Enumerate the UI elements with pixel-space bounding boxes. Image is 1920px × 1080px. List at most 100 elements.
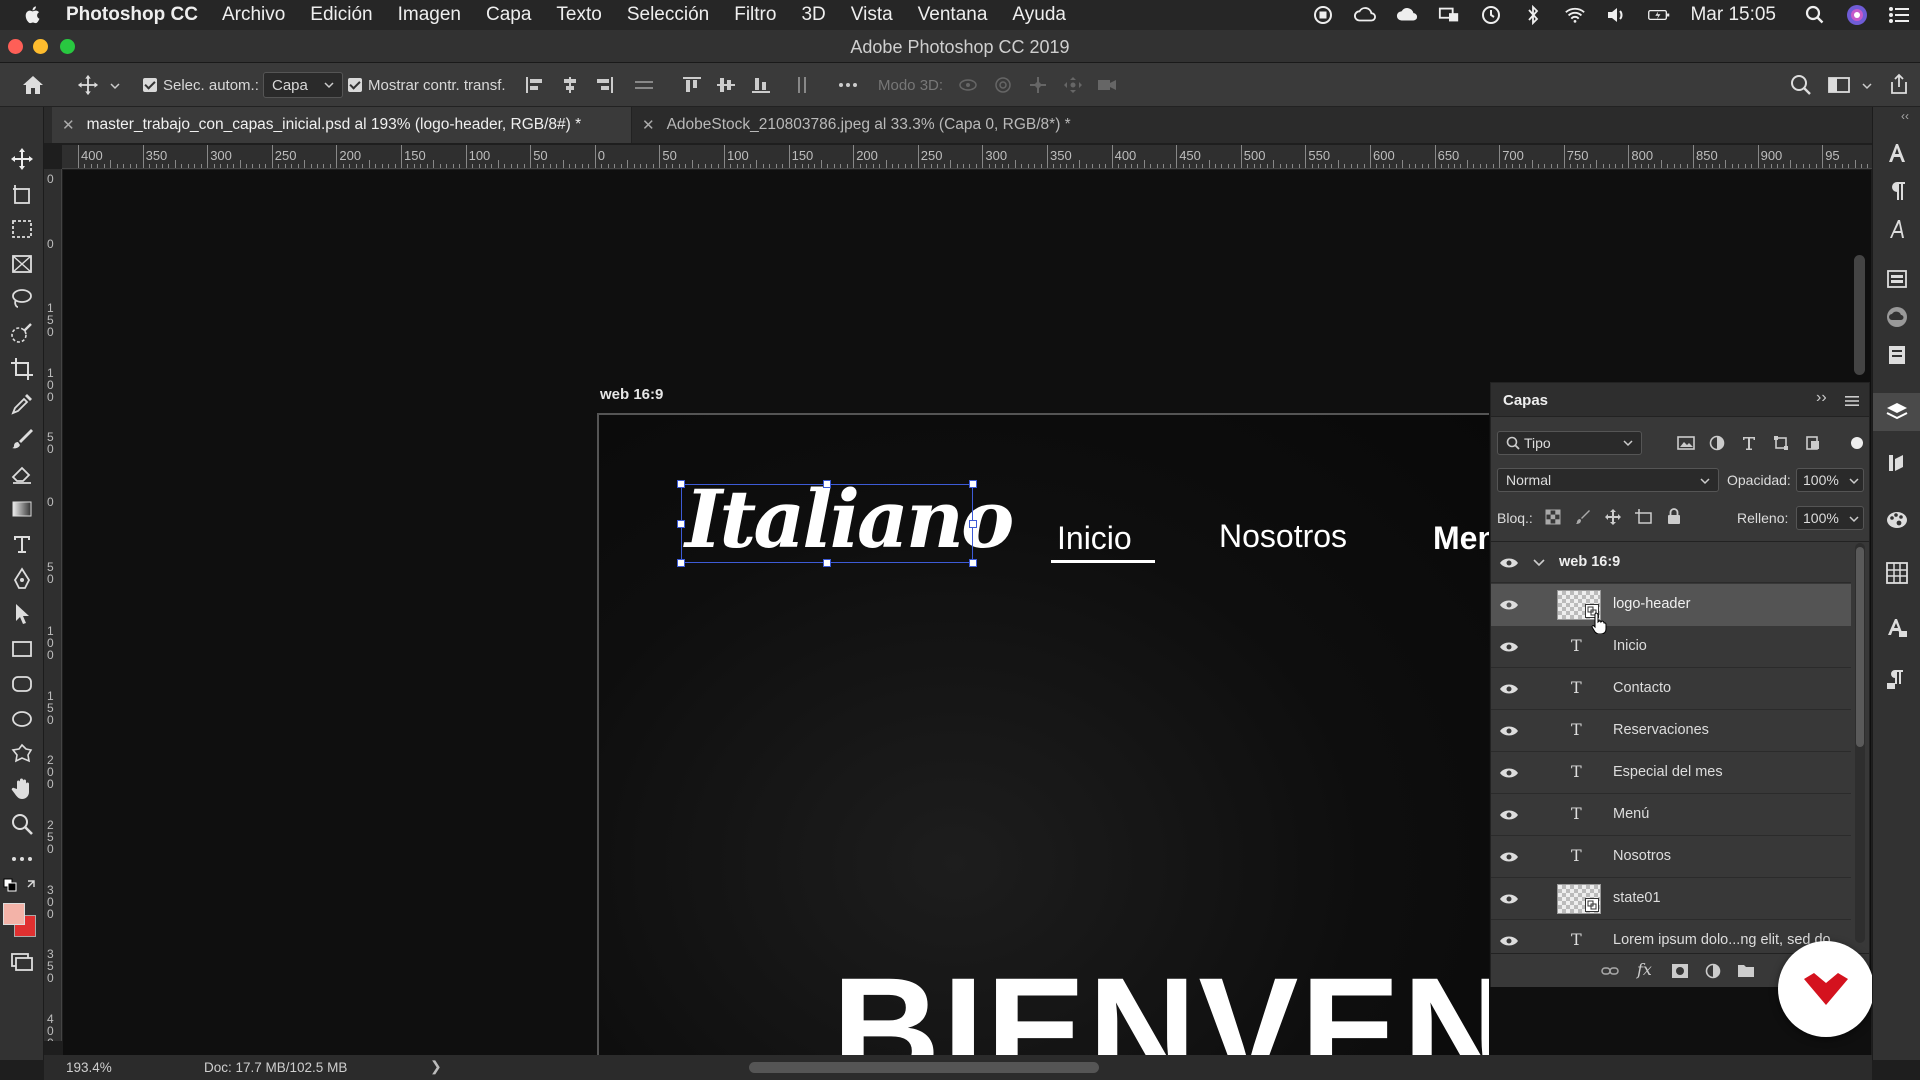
history-panel-icon[interactable]	[1885, 451, 1909, 475]
tab-adobestock-jpeg[interactable]: ✕ AdobeStock_210803786.jpeg al 33.3% (Ca…	[632, 107, 1132, 143]
horizontal-ruler[interactable]: 400 350 300 250 200 150 100 50 0 50 100 150 200 250 30…	[62, 145, 1872, 169]
menu-archivo[interactable]: Archivo	[222, 4, 285, 26]
color-panel-icon[interactable]	[1885, 507, 1909, 531]
add-mask-icon[interactable]	[1671, 963, 1689, 979]
ellipse-tool-icon[interactable]	[10, 707, 34, 731]
opacity-input[interactable]: 100%	[1796, 468, 1864, 492]
spotlight-search-icon[interactable]	[1804, 5, 1826, 24]
layer-row-reservaciones[interactable]: T Reservaciones	[1491, 710, 1851, 752]
transform-handle[interactable]	[969, 559, 977, 567]
3d-camera-icon[interactable]	[1097, 76, 1117, 94]
visibility-eye-icon[interactable]	[1499, 557, 1519, 569]
menu-capa[interactable]: Capa	[486, 4, 531, 26]
menu-edicion[interactable]: Edición	[310, 4, 372, 26]
chevron-down-icon[interactable]	[1862, 82, 1872, 90]
3d-orbit-icon[interactable]	[958, 76, 978, 94]
layer-row-inicio[interactable]: T Inicio	[1491, 626, 1851, 668]
align-left-icon[interactable]	[525, 76, 545, 94]
layers-panel-title[interactable]: Capas	[1503, 392, 1548, 409]
3d-roll-icon[interactable]	[993, 76, 1013, 94]
apple-icon[interactable]	[22, 4, 44, 26]
transform-bounding-box[interactable]	[677, 480, 977, 567]
artboard-label[interactable]: web 16:9	[600, 386, 663, 403]
paragraph-panel-icon[interactable]	[1885, 179, 1909, 203]
collapse-panel-icon[interactable]: ››	[1816, 389, 1827, 407]
record-icon[interactable]	[1312, 6, 1334, 24]
paragraph-styles-icon[interactable]	[1885, 667, 1909, 691]
status-menu-icon[interactable]: ❯	[430, 1058, 442, 1075]
transform-handle[interactable]	[969, 480, 977, 488]
menu-3d[interactable]: 3D	[801, 4, 825, 26]
move-tool-icon[interactable]	[76, 74, 100, 96]
layers-scrollbar[interactable]	[1855, 543, 1865, 943]
layer-row-lorem[interactable]: T Lorem ipsum dolo...ng elit, sed do	[1491, 920, 1851, 950]
default-colors-icon[interactable]	[2, 877, 42, 895]
filter-kind-dropdown[interactable]: Tipo	[1497, 431, 1642, 455]
filter-pixel-icon[interactable]	[1677, 435, 1695, 451]
rectangle-tool-icon[interactable]	[10, 637, 34, 661]
properties-panel-icon[interactable]	[1885, 343, 1909, 367]
align-top-icon[interactable]	[682, 76, 702, 94]
tab-master-psd[interactable]: ✕ master_trabajo_con_capas_inicial.psd a…	[52, 107, 632, 143]
lock-pixels-icon[interactable]	[1575, 509, 1591, 525]
auto-select-dropdown[interactable]: Capa	[263, 72, 343, 98]
notification-center-icon[interactable]	[1888, 6, 1910, 24]
blend-mode-dropdown[interactable]: Normal	[1497, 468, 1719, 492]
menu-vista[interactable]: Vista	[851, 4, 893, 26]
filter-type-icon[interactable]	[1741, 435, 1757, 451]
visibility-eye-icon[interactable]	[1499, 599, 1519, 611]
visibility-eye-icon[interactable]	[1499, 809, 1519, 821]
quick-selection-tool-icon[interactable]	[10, 322, 34, 346]
share-icon[interactable]	[1888, 73, 1910, 95]
crop-tool-icon[interactable]	[10, 357, 34, 381]
visibility-eye-icon[interactable]	[1499, 725, 1519, 737]
visibility-eye-icon[interactable]	[1499, 893, 1519, 905]
battery-icon[interactable]	[1648, 6, 1670, 24]
nav-nosotros[interactable]: Nosotros	[1219, 518, 1347, 555]
panel-menu-icon[interactable]	[1845, 395, 1859, 407]
swatches-panel-icon[interactable]	[1885, 561, 1909, 585]
lasso-tool-icon[interactable]	[10, 287, 34, 311]
fill-input[interactable]: 100%	[1796, 506, 1864, 530]
visibility-eye-icon[interactable]	[1499, 851, 1519, 863]
align-center-icon[interactable]	[560, 76, 580, 94]
distribute-icon[interactable]	[634, 76, 654, 94]
layers-scrollbar-thumb[interactable]	[1856, 547, 1864, 747]
filter-toggle[interactable]	[1851, 437, 1863, 449]
search-icon[interactable]	[1790, 74, 1812, 96]
siri-icon[interactable]	[1846, 5, 1868, 25]
time-machine-icon[interactable]	[1480, 6, 1502, 24]
nav-inicio[interactable]: Inicio	[1057, 520, 1132, 557]
bluetooth-icon[interactable]	[1522, 5, 1544, 25]
transform-handle[interactable]	[677, 480, 685, 488]
vertical-ruler[interactable]: 0 0 1 5 0 1 0 0 5 0 0 5 0 1 0 0 1 5 0 2 0 0 2 5 0 3…	[44, 169, 62, 1041]
app-name[interactable]: Photoshop CC	[66, 4, 198, 26]
filter-adjustment-icon[interactable]	[1709, 435, 1725, 451]
type-tool-icon[interactable]	[10, 532, 34, 556]
transform-handle[interactable]	[823, 559, 831, 567]
eraser-tool-icon[interactable]	[10, 462, 34, 486]
frame-tool-icon[interactable]	[10, 252, 34, 276]
layer-row-state01[interactable]: state01	[1491, 878, 1851, 920]
creative-cloud-panel-icon[interactable]	[1885, 305, 1909, 329]
more-options-icon[interactable]	[838, 76, 858, 94]
layer-row-contacto[interactable]: T Contacto	[1491, 668, 1851, 710]
show-transform-checkbox[interactable]	[348, 78, 362, 92]
lock-artboard-icon[interactable]	[1635, 509, 1653, 525]
zoom-level[interactable]: 193.4%	[66, 1060, 112, 1075]
artboard[interactable]: Italiano Inicio Nosotros Men BIENVENIDO	[597, 413, 1489, 1055]
chevron-down-icon[interactable]	[110, 82, 120, 90]
transform-handle[interactable]	[969, 520, 977, 528]
link-layers-icon[interactable]	[1601, 965, 1619, 977]
display-icon[interactable]	[1438, 6, 1460, 24]
menubar-clock[interactable]: Mar 15:05	[1690, 4, 1776, 26]
hand-tool-icon[interactable]	[10, 777, 34, 801]
expand-dock-icon[interactable]: ‹‹	[1901, 109, 1909, 123]
hero-heading[interactable]: BIENVENIDO	[832, 955, 1489, 1055]
layer-row-nosotros[interactable]: T Nosotros	[1491, 836, 1851, 878]
layers-panel-dock-tab[interactable]	[1873, 393, 1920, 431]
close-tab-icon[interactable]: ✕	[62, 116, 75, 134]
align-middle-icon[interactable]	[716, 76, 736, 94]
auto-select-checkbox[interactable]	[143, 78, 157, 92]
path-selection-tool-icon[interactable]	[10, 602, 34, 626]
